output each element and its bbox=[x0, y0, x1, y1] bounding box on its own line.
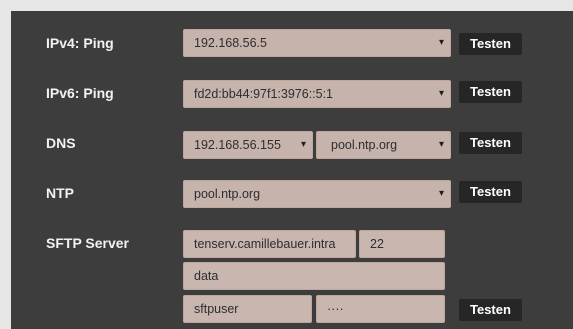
ipv6-ping-label: IPv6: Ping bbox=[46, 85, 114, 101]
chevron-down-icon: ▾ bbox=[438, 139, 444, 150]
settings-panel: IPv4: Ping 192.168.56.5 ▾ Testen IPv6: P… bbox=[11, 11, 573, 329]
sftp-port-value: 22 bbox=[370, 237, 384, 251]
sftp-password-input[interactable]: ···· bbox=[316, 295, 445, 323]
sftp-port-input[interactable]: 22 bbox=[359, 230, 445, 258]
ntp-label: NTP bbox=[46, 185, 74, 201]
ntp-select[interactable]: pool.ntp.org ▾ bbox=[183, 180, 451, 208]
ipv6-ping-select-value: fd2d:bb44:97f1:3976::5:1 bbox=[194, 87, 334, 101]
chevron-down-icon: ▾ bbox=[438, 188, 444, 199]
dns-secondary-select[interactable]: pool.ntp.org ▾ bbox=[316, 131, 451, 159]
chevron-down-icon: ▾ bbox=[438, 37, 444, 48]
chevron-down-icon: ▾ bbox=[300, 139, 306, 150]
ipv4-test-button[interactable]: Testen bbox=[459, 33, 522, 55]
dns-primary-select[interactable]: 192.168.56.155 ▾ bbox=[183, 131, 313, 159]
ipv4-ping-select-value: 192.168.56.5 bbox=[194, 36, 267, 50]
sftp-username-input[interactable]: sftpuser bbox=[183, 295, 312, 323]
chevron-down-icon: ▾ bbox=[438, 88, 444, 99]
sftp-path-input[interactable]: data bbox=[183, 262, 445, 290]
sftp-host-value: tenserv.camillebauer.intra bbox=[194, 237, 336, 251]
sftp-test-button[interactable]: Testen bbox=[459, 299, 522, 321]
dns-test-button[interactable]: Testen bbox=[459, 132, 522, 154]
sftp-host-input[interactable]: tenserv.camillebauer.intra bbox=[183, 230, 356, 258]
dns-primary-select-value: 192.168.56.155 bbox=[194, 138, 281, 152]
sftp-password-value: ···· bbox=[327, 302, 344, 316]
dns-label: DNS bbox=[46, 135, 76, 151]
ntp-test-button[interactable]: Testen bbox=[459, 181, 522, 203]
ipv4-ping-label: IPv4: Ping bbox=[46, 35, 114, 51]
ipv4-ping-select[interactable]: 192.168.56.5 ▾ bbox=[183, 29, 451, 57]
ntp-select-value: pool.ntp.org bbox=[194, 187, 261, 201]
sftp-path-value: data bbox=[194, 269, 219, 283]
dns-secondary-select-value: pool.ntp.org bbox=[331, 138, 398, 152]
ipv6-ping-select[interactable]: fd2d:bb44:97f1:3976::5:1 ▾ bbox=[183, 80, 451, 108]
ipv6-test-button[interactable]: Testen bbox=[459, 81, 522, 103]
sftp-server-label: SFTP Server bbox=[46, 235, 130, 251]
sftp-username-value: sftpuser bbox=[194, 302, 239, 316]
